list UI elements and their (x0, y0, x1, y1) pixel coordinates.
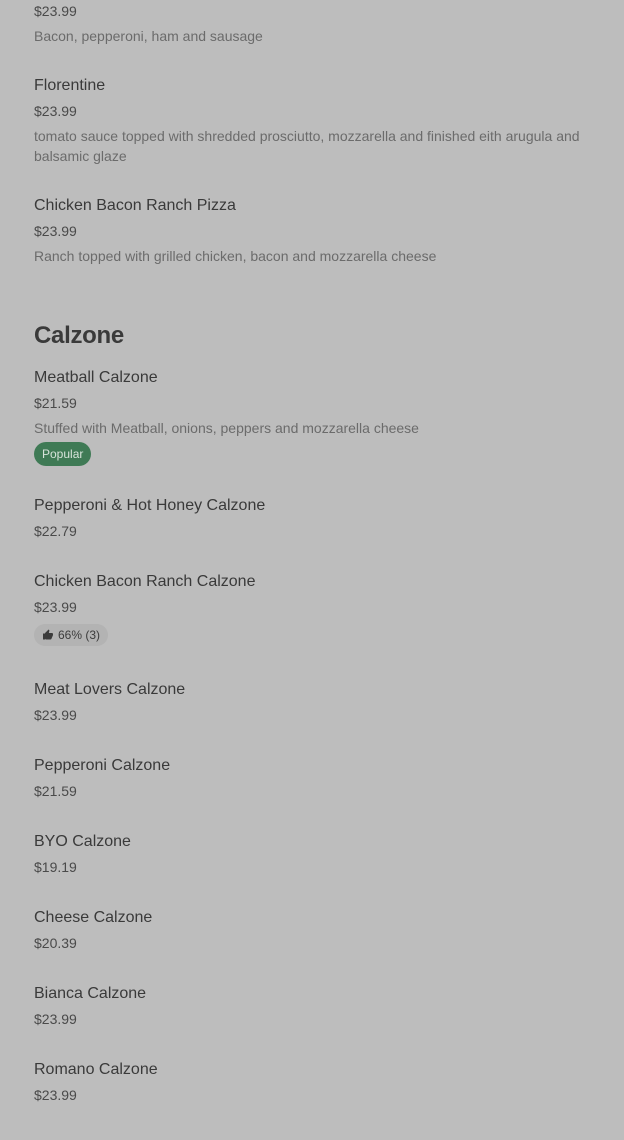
item-name: Meat Lovers Calzone (34, 681, 186, 698)
menu-item-cheese-calzone[interactable]: Cheese Calzone $20.39 (34, 908, 604, 952)
item-name: Florentine (34, 77, 106, 94)
item-description: tomato sauce topped with shredded prosci… (34, 128, 580, 164)
menu-item-bacon-pizza[interactable]: $23.99 Bacon, pepperoni, ham and sausage (34, 2, 604, 46)
item-price: $19.19 (34, 859, 77, 875)
item-name: Cheese Calzone (34, 909, 153, 926)
section-title-calzone: Calzone (34, 322, 124, 349)
item-name: Chicken Bacon Ranch Pizza (34, 197, 236, 214)
item-price: $21.59 (34, 395, 77, 411)
menu-page: $23.99 Bacon, pepperoni, ham and sausage… (0, 0, 624, 1140)
menu-item-byo-calzone[interactable]: BYO Calzone $19.19 (34, 832, 604, 876)
item-name: Meatball Calzone (34, 369, 158, 386)
item-price: $21.59 (34, 783, 77, 799)
item-name: Romano Calzone (34, 1061, 158, 1078)
item-description: Bacon, pepperoni, ham and sausage (34, 28, 263, 44)
menu-item-chicken-bacon-ranch-pizza[interactable]: Chicken Bacon Ranch Pizza $23.99 Ranch t… (34, 196, 604, 266)
item-name: Chicken Bacon Ranch Calzone (34, 573, 256, 590)
item-price: $23.99 (34, 223, 77, 239)
menu-item-romano-calzone[interactable]: Romano Calzone $23.99 (34, 1060, 604, 1104)
popular-badge: Popular (34, 442, 92, 466)
menu-item-bianca-calzone[interactable]: Bianca Calzone $23.99 (34, 984, 604, 1028)
item-price: $23.99 (34, 707, 77, 723)
item-name: BYO Calzone (34, 833, 131, 850)
menu-item-pepperoni-hot-honey-calzone[interactable]: Pepperoni & Hot Honey Calzone $22.79 (34, 496, 604, 540)
item-name: Pepperoni Calzone (34, 757, 171, 774)
item-name: Bianca Calzone (34, 985, 147, 1002)
item-price: $23.99 (34, 1087, 77, 1103)
menu-item-meatball-calzone[interactable]: Meatball Calzone $21.59 Stuffed with Mea… (34, 368, 604, 466)
item-name: Pepperoni & Hot Honey Calzone (34, 497, 266, 514)
item-description: Ranch topped with grilled chicken, bacon… (34, 248, 437, 264)
menu-item-pepperoni-calzone[interactable]: Pepperoni Calzone $21.59 (34, 756, 604, 800)
item-price: $22.79 (34, 523, 77, 539)
rating-text: 66% (3) (58, 628, 101, 642)
rating-badge: 66% (3) (34, 624, 109, 646)
item-price: $23.99 (34, 3, 77, 19)
item-price: $20.39 (34, 935, 77, 951)
menu-item-chicken-bacon-ranch-calzone[interactable]: Chicken Bacon Ranch Calzone $23.99 66% (… (34, 572, 604, 646)
item-price: $23.99 (34, 599, 77, 615)
item-description: Stuffed with Meatball, onions, peppers a… (34, 420, 419, 436)
menu-item-meat-lovers-calzone[interactable]: Meat Lovers Calzone $23.99 (34, 680, 604, 724)
menu-item-florentine[interactable]: Florentine $23.99 tomato sauce topped wi… (34, 76, 604, 166)
item-price: $23.99 (34, 1011, 77, 1027)
item-price: $23.99 (34, 103, 77, 119)
thumbs-up-icon (43, 629, 53, 640)
